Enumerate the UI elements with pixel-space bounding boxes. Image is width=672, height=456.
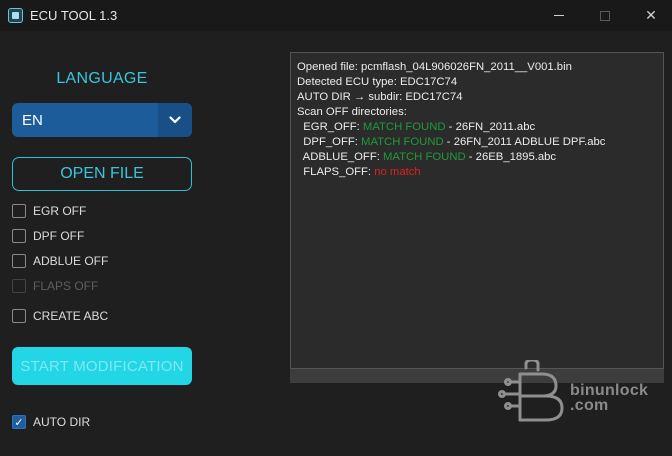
app-window: ECU TOOL 1.3 ✕ LANGUAGE EN OPEN FILE EGR… — [0, 0, 672, 456]
log-egr-prefix: EGR_OFF: — [297, 121, 363, 133]
log-line: Opened file: pcmflash_04L906026FN_2011__… — [297, 61, 572, 73]
window-title: ECU TOOL 1.3 — [30, 8, 118, 23]
checkbox-box[interactable] — [12, 254, 26, 268]
watermark-text: binunlock .com — [570, 382, 649, 414]
minimize-button[interactable] — [536, 0, 582, 31]
chevron-down-icon[interactable] — [158, 103, 192, 137]
auto-dir-checkbox[interactable]: ✓ AUTO DIR — [12, 414, 90, 430]
checkbox-box[interactable] — [12, 204, 26, 218]
checkbox-label: FLAPS OFF — [33, 279, 99, 293]
log-adblue-status: MATCH FOUND — [383, 151, 466, 163]
checkbox-label: DPF OFF — [33, 229, 85, 243]
maximize-icon — [600, 10, 610, 21]
language-select[interactable]: EN — [12, 103, 192, 137]
close-button[interactable]: ✕ — [628, 0, 672, 31]
log-adblue-prefix: ADBLUE_OFF: — [297, 151, 384, 163]
open-file-button[interactable]: OPEN FILE — [12, 157, 192, 191]
log-dpf-prefix: DPF_OFF: — [297, 136, 362, 148]
checkbox-box — [12, 279, 26, 293]
start-modification-button[interactable]: START MODIFICATION — [12, 347, 192, 385]
checkbox-box[interactable] — [12, 309, 26, 323]
maximize-button[interactable] — [582, 0, 628, 31]
dpf-off-checkbox[interactable]: DPF OFF — [12, 228, 84, 244]
log-egr-status: MATCH FOUND — [362, 121, 446, 133]
egr-off-checkbox[interactable]: EGR OFF — [12, 203, 86, 219]
log-adblue-file: - 26EB_1895.abc — [465, 151, 557, 163]
close-icon: ✕ — [645, 7, 657, 23]
checkbox-label: CREATE ABC — [33, 309, 109, 323]
checkbox-box[interactable] — [12, 229, 26, 243]
log-line: Detected ECU type: EDC17C74 — [297, 76, 458, 88]
log-dpf-file: - 26FN_2011 ADBLUE DPF.abc — [443, 136, 606, 148]
watermark-line1: binunlock — [570, 382, 649, 399]
log-dpf-status: MATCH FOUND — [361, 136, 444, 148]
adblue-off-checkbox[interactable]: ADBLUE OFF — [12, 253, 108, 269]
log-line: AUTO DIR → subdir: EDC17C74 — [297, 91, 463, 103]
log-line: Scan OFF directories: — [297, 106, 407, 118]
chevron-down-svg — [169, 116, 181, 124]
watermark-line2: .com — [570, 397, 609, 414]
checkmark-icon[interactable]: ✓ — [12, 415, 26, 429]
language-label: LANGUAGE — [56, 70, 148, 87]
create-abc-checkbox[interactable]: CREATE ABC — [12, 308, 108, 324]
language-selected-value: EN — [22, 111, 43, 129]
title-bar: ECU TOOL 1.3 ✕ — [0, 0, 672, 31]
log-output[interactable]: Opened file: pcmflash_04L906026FN_2011__… — [290, 52, 664, 369]
checkbox-label: AUTO DIR — [33, 415, 91, 429]
log-text: Opened file: pcmflash_04L906026FN_2011__… — [297, 60, 605, 180]
minimize-icon — [554, 15, 564, 16]
app-logo-icon — [8, 8, 23, 23]
checkbox-label: EGR OFF — [33, 204, 87, 218]
checkbox-label: ADBLUE OFF — [33, 254, 109, 268]
log-egr-file: - 26FN_2011.abc — [445, 121, 536, 133]
flaps-off-checkbox: FLAPS OFF — [12, 278, 98, 294]
log-flaps-status: no match — [374, 166, 421, 178]
log-flaps-prefix: FLAPS_OFF: — [297, 166, 375, 178]
